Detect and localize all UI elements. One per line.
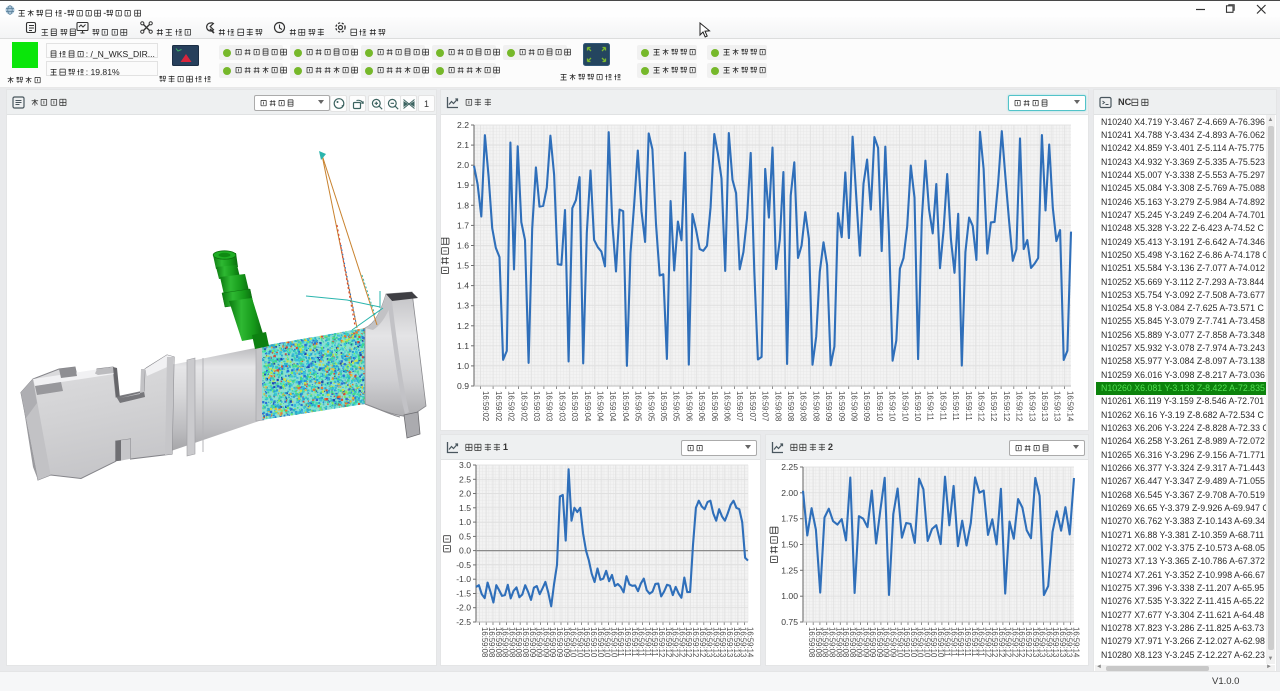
- svg-text:16:59:05: 16:59:05: [672, 391, 681, 422]
- svg-text:1.0: 1.0: [459, 517, 471, 527]
- svg-text:16:59:14: 16:59:14: [745, 627, 754, 658]
- svg-text:16:59:05: 16:59:05: [634, 391, 643, 422]
- svg-text:1.5: 1.5: [459, 503, 471, 513]
- svg-text:16:59:04: 16:59:04: [583, 391, 592, 422]
- svg-text:16:59:04: 16:59:04: [621, 391, 630, 422]
- svg-text:16:59:10: 16:59:10: [913, 391, 922, 422]
- svg-text:2.1: 2.1: [457, 140, 469, 150]
- svg-text:2.0: 2.0: [459, 489, 471, 499]
- svg-text:16:59:06: 16:59:06: [710, 391, 719, 421]
- svg-text:1.50: 1.50: [781, 540, 798, 550]
- svg-text:0.75: 0.75: [781, 617, 798, 627]
- svg-text:16:59:12: 16:59:12: [1015, 391, 1024, 421]
- svg-text:16:59:10: 16:59:10: [875, 391, 884, 422]
- svg-text:16:59:13: 16:59:13: [1040, 391, 1049, 421]
- svg-text:16:59:03: 16:59:03: [545, 391, 554, 421]
- svg-text:1.9: 1.9: [457, 180, 469, 190]
- svg-text:16:59:08: 16:59:08: [799, 391, 808, 421]
- svg-text:16:59:08: 16:59:08: [786, 391, 795, 421]
- svg-text:0.5: 0.5: [459, 531, 471, 541]
- svg-text:1.7: 1.7: [457, 220, 469, 230]
- svg-text:16:59:04: 16:59:04: [596, 391, 605, 422]
- svg-text:16:59:08: 16:59:08: [773, 391, 782, 421]
- svg-text:16:59:02: 16:59:02: [494, 391, 503, 421]
- svg-text:1.00: 1.00: [781, 591, 798, 601]
- svg-text:1.2: 1.2: [457, 321, 469, 331]
- svg-text:16:59:05: 16:59:05: [646, 391, 655, 422]
- svg-text:16:59:12: 16:59:12: [1002, 391, 1011, 421]
- svg-text:16:59:06: 16:59:06: [723, 391, 732, 421]
- svg-text:16:59:12: 16:59:12: [989, 391, 998, 421]
- svg-text:-1.5: -1.5: [456, 589, 471, 599]
- svg-text:16:59:10: 16:59:10: [900, 391, 909, 422]
- svg-text:2.0: 2.0: [457, 160, 469, 170]
- svg-text:1.25: 1.25: [781, 565, 798, 575]
- svg-text:16:59:12: 16:59:12: [977, 391, 986, 421]
- svg-text:2.2: 2.2: [457, 120, 469, 130]
- svg-text:16:59:09: 16:59:09: [850, 391, 859, 421]
- svg-text:-2.5: -2.5: [456, 617, 471, 627]
- svg-text:16:59:11: 16:59:11: [951, 391, 960, 421]
- svg-text:3.0: 3.0: [459, 460, 471, 470]
- svg-text:16:59:14: 16:59:14: [1071, 627, 1080, 658]
- svg-text:16:59:14: 16:59:14: [1065, 391, 1074, 422]
- svg-text:16:59:09: 16:59:09: [824, 391, 833, 421]
- svg-text:-0.5: -0.5: [456, 560, 471, 570]
- svg-text:16:59:13: 16:59:13: [1053, 391, 1062, 421]
- svg-text:16:59:02: 16:59:02: [481, 391, 490, 421]
- svg-text:1.3: 1.3: [457, 301, 469, 311]
- svg-text:0.0: 0.0: [459, 546, 471, 556]
- svg-text:16:59:08: 16:59:08: [811, 391, 820, 421]
- svg-text:16:59:11: 16:59:11: [964, 391, 973, 421]
- svg-text:16:59:07: 16:59:07: [761, 391, 770, 421]
- svg-text:2.5: 2.5: [459, 474, 471, 484]
- svg-text:-2.0: -2.0: [456, 603, 471, 613]
- svg-text:16:59:10: 16:59:10: [888, 391, 897, 422]
- svg-text:1.4: 1.4: [457, 281, 469, 291]
- svg-text:16:59:11: 16:59:11: [926, 391, 935, 421]
- svg-text:1.6: 1.6: [457, 241, 469, 251]
- svg-text:-1.0: -1.0: [456, 574, 471, 584]
- svg-text:2.00: 2.00: [781, 488, 798, 498]
- svg-text:16:59:03: 16:59:03: [532, 391, 541, 421]
- svg-text:16:59:03: 16:59:03: [570, 391, 579, 421]
- svg-text:16:59:03: 16:59:03: [557, 391, 566, 421]
- svg-text:16:59:02: 16:59:02: [507, 391, 516, 421]
- svg-text:16:59:06: 16:59:06: [697, 391, 706, 421]
- svg-text:16:59:04: 16:59:04: [608, 391, 617, 422]
- svg-text:16:59:09: 16:59:09: [837, 391, 846, 421]
- svg-text:16:59:06: 16:59:06: [684, 391, 693, 421]
- svg-text:1.5: 1.5: [457, 261, 469, 271]
- svg-text:1.8: 1.8: [457, 200, 469, 210]
- svg-text:16:59:07: 16:59:07: [735, 391, 744, 421]
- svg-text:1.1: 1.1: [457, 341, 469, 351]
- svg-text:1.75: 1.75: [781, 514, 798, 524]
- svg-text:16:59:02: 16:59:02: [519, 391, 528, 421]
- svg-text:2.25: 2.25: [781, 462, 798, 472]
- svg-text:16:59:07: 16:59:07: [748, 391, 757, 421]
- svg-text:1.0: 1.0: [457, 361, 469, 371]
- svg-text:16:59:13: 16:59:13: [1027, 391, 1036, 421]
- svg-text:16:59:09: 16:59:09: [862, 391, 871, 421]
- svg-text:16:59:11: 16:59:11: [938, 391, 947, 421]
- svg-text:16:59:05: 16:59:05: [659, 391, 668, 422]
- svg-text:0.9: 0.9: [457, 381, 469, 391]
